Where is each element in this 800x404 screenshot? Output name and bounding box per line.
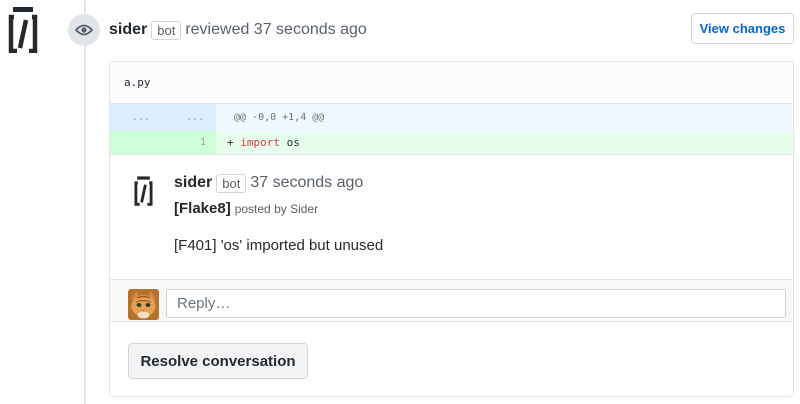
comment-time[interactable]: 37 seconds ago [250,174,363,192]
code-rest: os [280,136,300,149]
review-author[interactable]: sider [109,21,147,39]
comment-source: [Flake8] posted by Sider [174,200,318,222]
comment-bot-label: bot [216,173,247,193]
hunk-header: @@ -0,0 +1,4 @@ [234,112,325,123]
reply-row [110,279,793,322]
hunk-expand-left[interactable]: ... [132,104,150,131]
file-header: a.py [110,62,793,104]
comment-author[interactable]: sider [174,174,212,192]
review-action-text: reviewed 37 seconds ago [185,21,367,38]
sider-logo-icon [8,7,38,53]
sider-avatar-icon[interactable] [134,176,153,206]
posted-by: posted by Sider [234,202,319,216]
hunk-expand-right[interactable]: ... [186,104,204,131]
diff-prefix: + [227,136,241,149]
line-number[interactable]: 1 [200,131,206,154]
resolve-conversation-button[interactable]: Resolve conversation [128,343,308,379]
comment-header: sider bot 37 seconds ago [174,172,363,194]
file-name[interactable]: a.py [124,76,151,89]
review-badge [68,14,100,46]
bot-label: bot [151,20,182,40]
reply-input[interactable] [166,289,786,318]
code-line: + import os [227,131,300,154]
review-thread: a.py ... ... @@ -0,0 +1,4 @@ 1 + import … [109,61,794,397]
view-changes-button[interactable]: View changes [691,13,794,44]
added-line-row: 1 + import os [110,131,793,155]
review-header: sider bot reviewed 37 seconds ago [109,17,367,43]
timeline-line [84,0,86,404]
resolve-area: Resolve conversation [110,322,793,396]
code-keyword: import [240,136,280,149]
comment-body: [F401] 'os' imported but unused [174,237,384,254]
flake8-tag: [Flake8] [174,200,231,217]
eye-icon [75,24,93,36]
cat-avatar [128,289,159,320]
comment: sider bot 37 seconds ago [Flake8] posted… [110,155,793,279]
hunk-row: ... ... @@ -0,0 +1,4 @@ [110,104,793,131]
